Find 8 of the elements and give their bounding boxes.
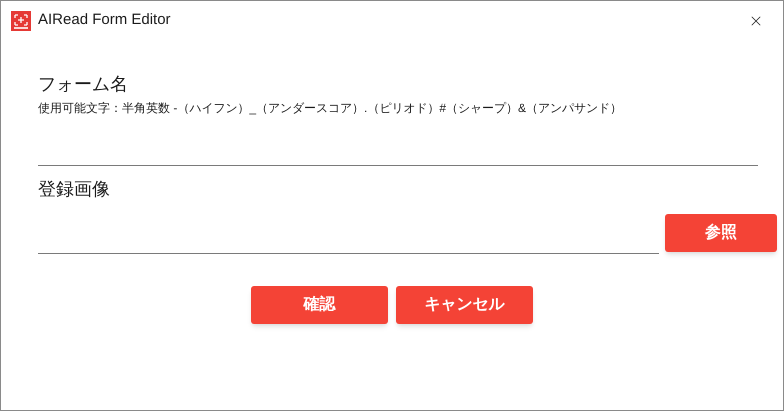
browse-button[interactable]: 参照: [665, 214, 777, 252]
form-name-label: フォーム名: [38, 73, 129, 95]
app-logo-icon: [11, 10, 31, 30]
registered-image-label: 登録画像: [38, 178, 111, 200]
confirm-button[interactable]: 確認: [251, 286, 388, 324]
cancel-button[interactable]: キャンセル: [396, 286, 533, 324]
window-title: AIRead Form Editor: [38, 10, 171, 30]
allowed-characters-hint: 使用可能文字：半角英数 -（ハイフン）_（アンダースコア）.（ピリオド）#（シャープ）&（アンパサンド）: [38, 100, 624, 116]
